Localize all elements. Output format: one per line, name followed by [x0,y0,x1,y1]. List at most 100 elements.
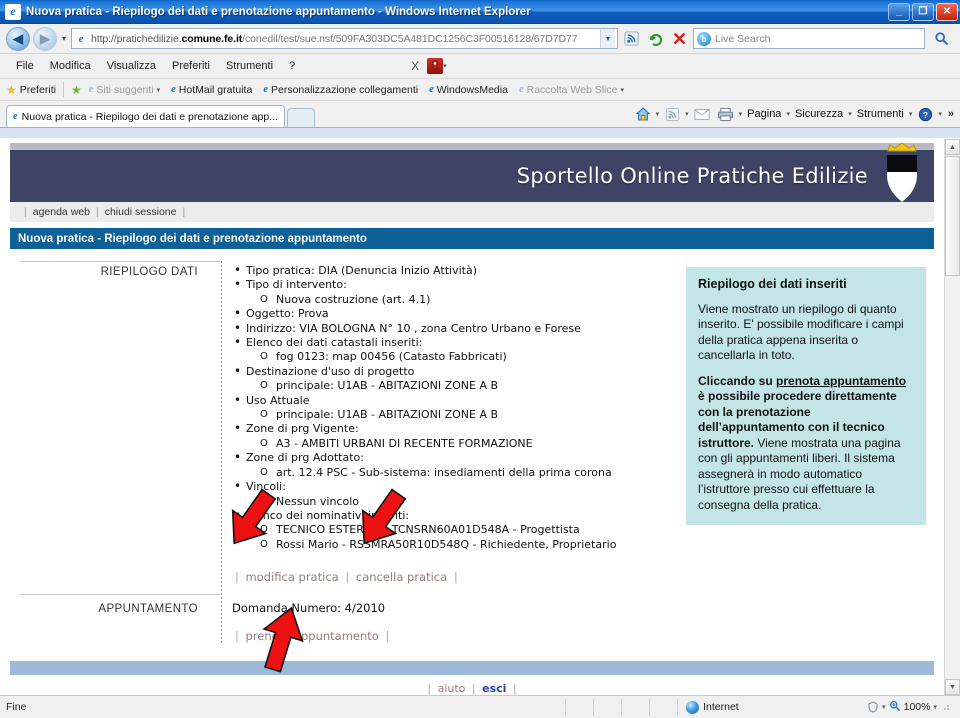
link-esci[interactable]: esci [482,682,506,695]
search-go-icon[interactable] [928,27,954,50]
action-divider: | [235,570,239,585]
appuntamento-actions: | prenota appuntamento | [232,629,934,643]
restore-button[interactable]: ❐ [912,2,934,21]
window-controls: _ ❐ ✕ [888,2,958,21]
nav-link-agenda-web[interactable]: agenda web [33,206,90,218]
favbar-item-web-slice[interactable]: e Raccolta Web Slice ▾ [515,84,628,96]
appuntamento-body: Domanda Numero: 4/2010 | prenota appunta… [210,599,934,643]
zoom-icon [889,700,901,715]
content-area: RIEPILOGO DATI Tipo pratica: DIA (Denunc… [10,261,934,644]
rss-feed-icon[interactable] [621,28,642,49]
menu-file[interactable]: File [8,58,42,74]
pdf-toolbar-icon[interactable] [427,58,444,74]
command-strumenti[interactable]: Strumenti [854,108,907,120]
zoom-dropdown-icon[interactable]: ▾ [933,703,937,711]
resize-grip[interactable] [940,701,952,713]
info-panel-title: Riepilogo dei dati inseriti [698,277,847,291]
protected-mode-dropdown-icon[interactable]: ▾ [882,703,886,711]
pdf-dropdown-icon[interactable]: ▾ [443,62,447,70]
toolbar-close-icon[interactable]: X [403,59,427,73]
menu-help[interactable]: ? [281,58,303,74]
command-pagina[interactable]: Pagina [744,108,784,120]
favbar-divider [62,82,64,97]
print-icon[interactable] [715,104,737,124]
action-divider: | [385,629,390,644]
history-dropdown-icon[interactable]: ▾ [60,34,68,43]
favbar-item-label: HotMail gratuita [178,83,253,96]
stop-icon[interactable] [669,28,690,49]
print-dropdown-icon[interactable]: ▾ [739,110,743,118]
address-dropdown-icon[interactable]: ▾ [600,29,615,48]
link-modifica-pratica[interactable]: modifica pratica [246,570,339,584]
url-path: /conedil/test/sue.nsf/509FA303DC5A481DC1… [242,32,578,45]
link-cancella-pratica[interactable]: cancella pratica [356,570,447,584]
info-bold-lead: Cliccando su [698,373,777,388]
add-favorite-icon[interactable]: ★ [71,83,82,97]
scrollbar-thumb[interactable] [945,156,960,276]
address-bar[interactable]: e http://pratichedilizie.comune.fe.it/co… [71,28,618,49]
site-nav-links: | agenda web | chiudi sessione | [10,202,934,222]
pagina-dropdown-icon[interactable]: ▾ [786,110,790,118]
help-icon[interactable]: ? [914,104,936,124]
security-zone-label: Internet [703,701,739,713]
favbar-item-windowsmedia[interactable]: e WindowsMedia [425,84,512,96]
zoom-level[interactable]: 100% [904,701,931,713]
mail-icon[interactable] [691,104,713,124]
page-title: Nuova pratica - Riepilogo dei dati e pre… [10,228,934,249]
favbar-item-hotmail[interactable]: e HotMail gratuita [167,84,256,96]
command-sicurezza[interactable]: Sicurezza [792,108,846,120]
ie-shortcut-icon: e [171,84,176,95]
search-input[interactable]: b Live Search [693,28,925,49]
minimize-button[interactable]: _ [888,2,910,21]
favorites-button-label[interactable]: Preferiti [20,84,56,96]
riepilogo-section-label: RIEPILOGO DATI [100,266,198,278]
crest-logo-icon [880,141,924,205]
vertical-scrollbar[interactable]: ▲ ▼ [944,139,960,695]
menu-bar: File Modifica Visualizza Preferiti Strum… [0,54,960,79]
nav-link-chiudi-sessione[interactable]: chiudi sessione [105,206,177,218]
security-zone[interactable]: Internet [677,698,867,716]
menu-preferiti[interactable]: Preferiti [164,58,218,74]
favbar-item-siti-suggeriti[interactable]: e Siti suggeriti ▾ [85,84,164,96]
favorites-star-icon: ★ [6,82,17,97]
back-button[interactable]: ◀ [6,26,30,51]
menu-visualizza[interactable]: Visualizza [99,58,164,74]
status-bar: Fine Internet ▾ 100% ▾ [0,695,960,718]
appuntamento-section: APPUNTAMENTO Domanda Numero: 4/2010 | pr… [10,599,934,643]
home-icon[interactable] [632,104,654,124]
close-button[interactable]: ✕ [936,2,958,21]
label-rule-bottom [20,594,220,596]
domanda-numero: Domanda Numero: 4/2010 [232,601,386,616]
footer-band [10,661,934,676]
favbar-item-label: Siti suggeriti [96,83,154,96]
arrow-prenota-appuntamento [262,606,304,673]
favbar-item-personalizzazione[interactable]: e Personalizzazione collegamenti [259,84,422,96]
new-tab-button[interactable] [286,108,315,127]
live-search-icon: b [697,31,711,46]
forward-button[interactable]: ▶ [33,26,57,51]
info-link-prenota-appuntamento[interactable]: prenota appuntamento [776,374,906,388]
link-aiuto[interactable]: aiuto [438,682,466,695]
url-prefix: http://pratichedilizie. [91,32,182,45]
browser-window: e Nuova pratica - Riepilogo dei dati e p… [0,0,960,718]
refresh-icon[interactable] [645,28,666,49]
favbar-item-label: Personalizzazione collegamenti [270,83,419,96]
home-dropdown-icon[interactable]: ▾ [656,110,660,118]
strumenti-dropdown-icon[interactable]: ▾ [909,110,913,118]
sicurezza-dropdown-icon[interactable]: ▾ [848,110,852,118]
ie-shortcut-icon: e [429,84,434,95]
column-divider [221,261,222,644]
favorites-bar: ★ Preferiti ★ e Siti suggeriti ▾ e HotMa… [0,79,960,101]
menu-modifica[interactable]: Modifica [42,58,99,74]
scroll-up-button[interactable]: ▲ [945,139,960,155]
riepilogo-sub-item: Rossi Mario - RSSMRA50R10D548Q - Richied… [232,538,934,553]
web-page: Sportello Online Pratiche Edilizie | age… [0,139,944,695]
help-dropdown-icon[interactable]: ▾ [938,110,942,118]
menu-strumenti[interactable]: Strumenti [218,58,281,74]
tab-active[interactable]: e Nuova pratica - Riepilogo dei dati e p… [6,105,285,127]
nav-divider: | [24,206,27,218]
feeds-icon[interactable] [661,104,683,124]
scroll-down-button[interactable]: ▼ [945,679,960,695]
info-panel-paragraph-2: Cliccando su prenota appuntamento è poss… [698,374,914,514]
overflow-icon[interactable]: » [944,108,954,120]
